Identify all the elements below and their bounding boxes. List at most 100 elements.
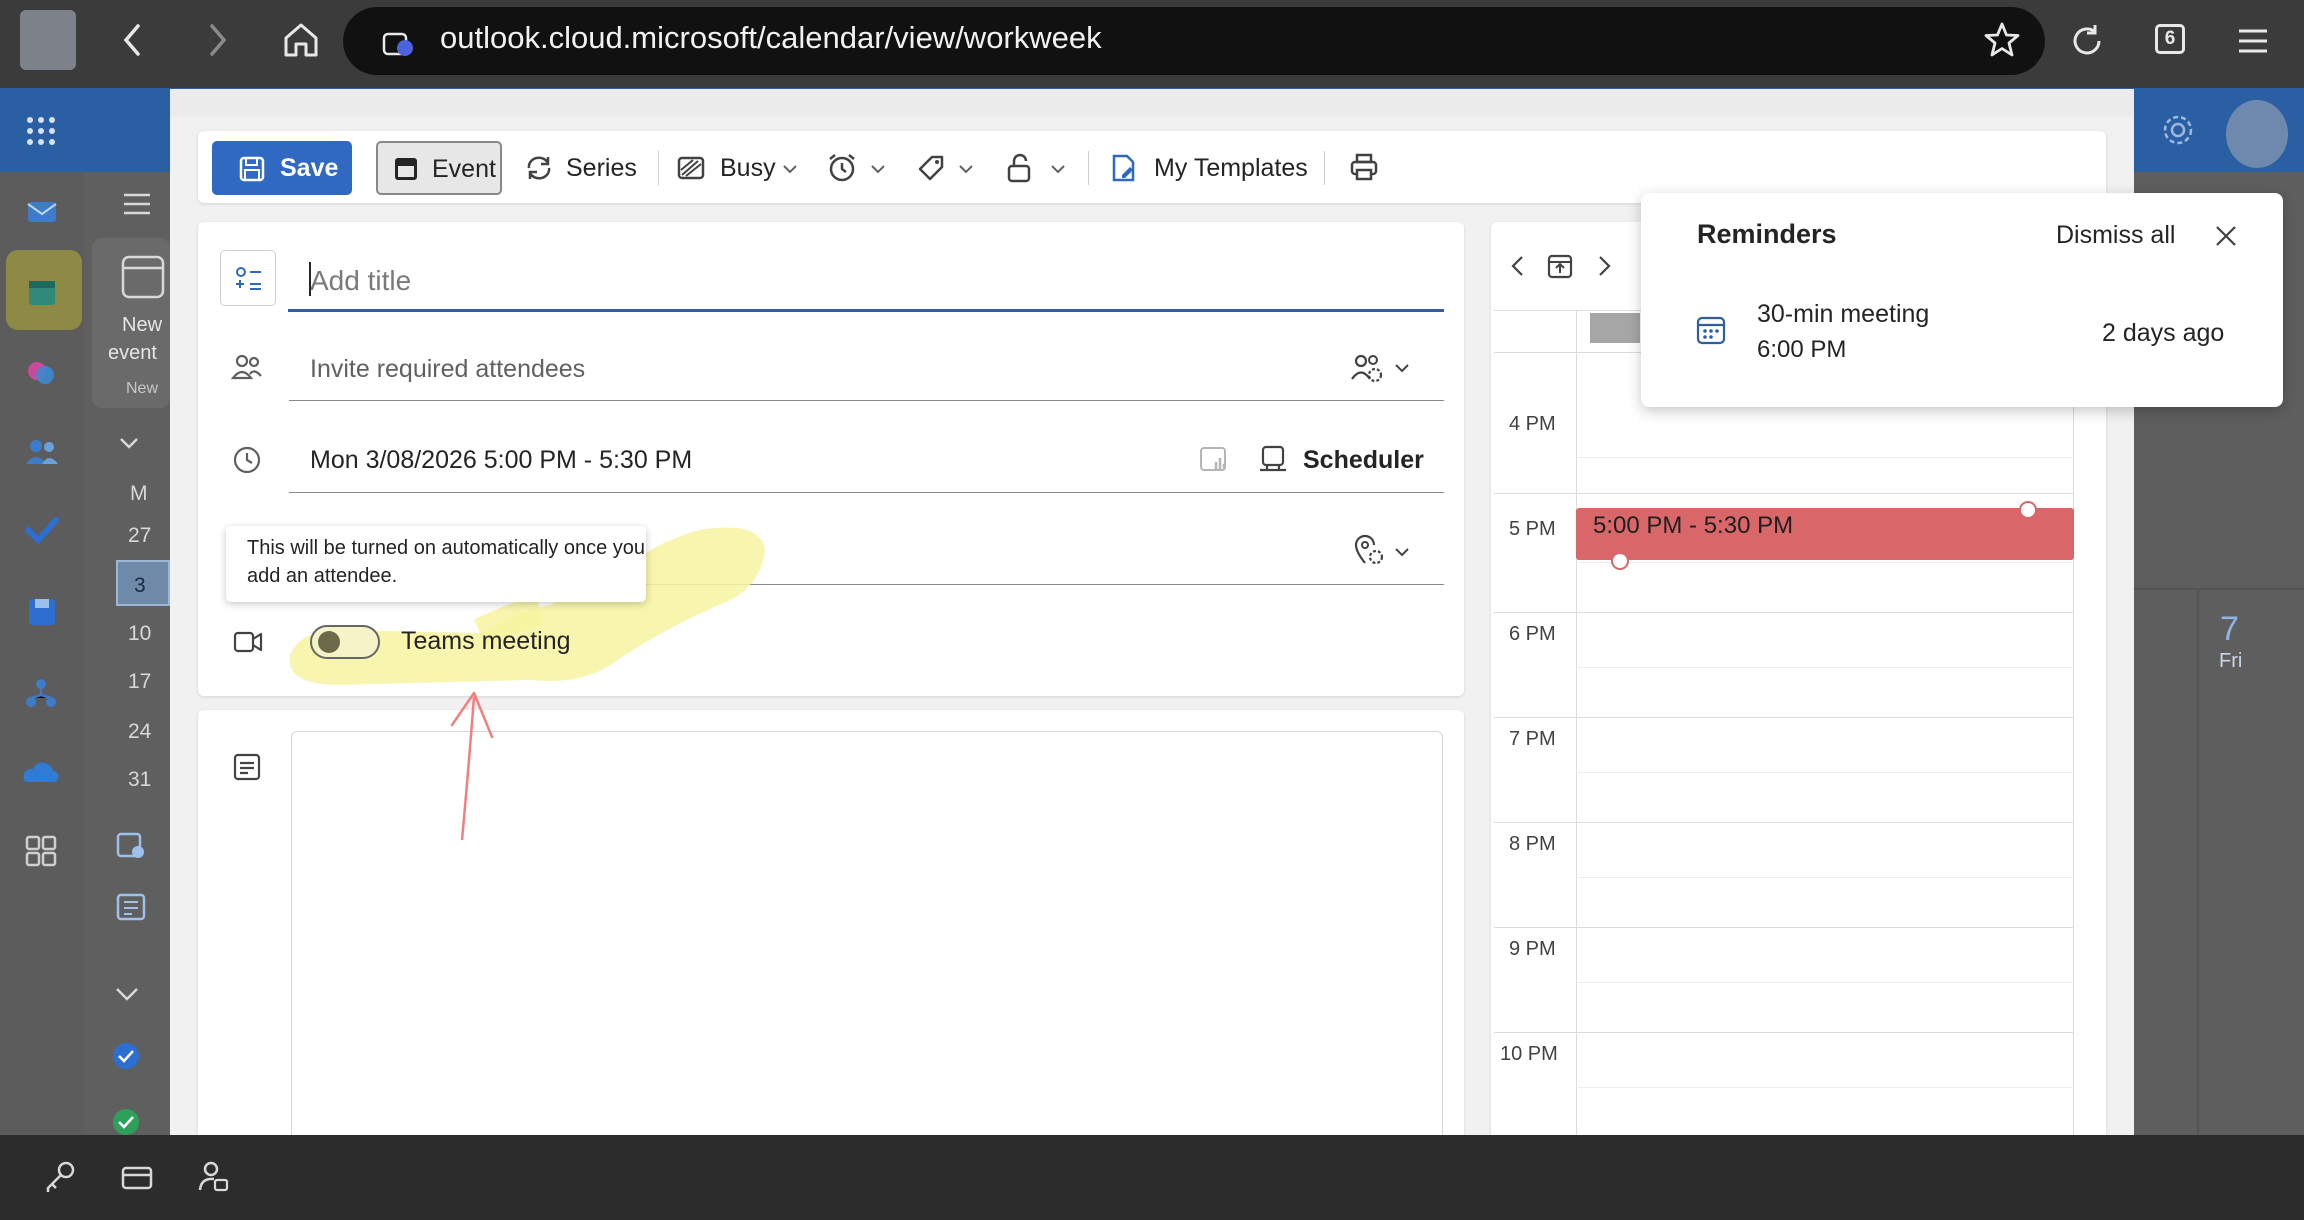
onedrive-icon[interactable] bbox=[22, 758, 60, 786]
home-icon[interactable] bbox=[281, 20, 321, 60]
half-hour-line bbox=[1578, 1087, 2074, 1088]
resize-handle-bottom[interactable] bbox=[1611, 552, 1629, 570]
people-icon[interactable] bbox=[24, 436, 60, 468]
account-settings-icon[interactable] bbox=[198, 1160, 230, 1194]
settings-icon[interactable] bbox=[2160, 112, 2196, 148]
todo-icon[interactable] bbox=[24, 514, 60, 546]
template-icon bbox=[1110, 153, 1138, 183]
nav-menu-icon[interactable] bbox=[122, 192, 152, 216]
calendar-check-icon[interactable] bbox=[112, 1042, 140, 1070]
attendee-options-button[interactable] bbox=[1350, 350, 1414, 386]
chevron-down-icon bbox=[1050, 164, 1066, 174]
scheduler-icon bbox=[1258, 444, 1288, 474]
templates-label: My Templates bbox=[1154, 154, 1308, 182]
url-text[interactable]: outlook.cloud.microsoft/calendar/view/wo… bbox=[440, 20, 1102, 56]
mini-cal-day[interactable]: 31 bbox=[128, 768, 151, 792]
tab-count-button[interactable]: 6 bbox=[2155, 24, 2185, 54]
add-calendar-icon[interactable] bbox=[116, 830, 146, 860]
today-icon[interactable] bbox=[1546, 252, 1574, 280]
more-apps-icon[interactable] bbox=[24, 834, 58, 868]
title-input[interactable] bbox=[288, 252, 1444, 312]
event-block-time: 5:00 PM - 5:30 PM bbox=[1593, 512, 1794, 539]
bottom-toolbar bbox=[0, 1135, 2304, 1220]
next-day-icon[interactable] bbox=[1594, 254, 1614, 278]
org-icon[interactable] bbox=[24, 676, 58, 710]
browser-menu-icon[interactable] bbox=[2237, 27, 2269, 55]
user-avatar[interactable] bbox=[2226, 100, 2288, 168]
reminder-dropdown[interactable] bbox=[826, 141, 888, 195]
new-event-label-2: event bbox=[108, 342, 157, 364]
reminders-title: Reminders bbox=[1697, 219, 1837, 249]
alarm-clock-icon bbox=[826, 153, 858, 183]
half-hour-line bbox=[1578, 772, 2074, 773]
lock-open-icon bbox=[1006, 153, 1034, 183]
new-event-icon bbox=[120, 254, 166, 300]
tag-icon bbox=[916, 153, 946, 183]
categorize-dropdown[interactable] bbox=[916, 141, 978, 195]
hour-label: 4 PM bbox=[1509, 413, 1556, 435]
site-info-icon[interactable] bbox=[380, 24, 416, 60]
hour-label: 10 PM bbox=[1500, 1043, 1558, 1065]
notes-icon bbox=[232, 752, 262, 782]
hour-label: 5 PM bbox=[1509, 518, 1556, 540]
scheduler-button[interactable]: Scheduler bbox=[1258, 440, 1424, 480]
profile-avatar[interactable] bbox=[20, 10, 76, 70]
bookmark-star-icon[interactable] bbox=[1983, 21, 2021, 59]
privacy-dropdown[interactable] bbox=[1006, 141, 1068, 195]
busy-label: Busy bbox=[720, 154, 776, 182]
series-button[interactable]: Series bbox=[524, 141, 642, 195]
hour-line bbox=[1494, 1032, 2074, 1033]
toolbar-separator bbox=[1324, 151, 1325, 185]
mini-cal-day[interactable]: 3 bbox=[134, 574, 146, 598]
mini-cal-day[interactable]: 10 bbox=[128, 622, 151, 646]
hour-line bbox=[1494, 493, 2074, 494]
collapse-chevron-icon[interactable] bbox=[118, 436, 140, 450]
reminder-item-ago: 2 days ago bbox=[2102, 319, 2225, 347]
mail-icon[interactable] bbox=[24, 192, 60, 228]
files-icon[interactable] bbox=[26, 596, 58, 628]
back-icon[interactable] bbox=[118, 22, 148, 58]
bookings-icon[interactable] bbox=[116, 892, 146, 922]
title-suggestions-button[interactable] bbox=[220, 250, 276, 306]
availability-icon[interactable] bbox=[1198, 444, 1230, 476]
app-launcher-icon[interactable] bbox=[26, 116, 56, 146]
print-icon[interactable] bbox=[1349, 152, 1379, 182]
reminder-item-title[interactable]: 30-min meeting bbox=[1757, 300, 1929, 329]
attendees-icon bbox=[231, 352, 263, 382]
dialog-drag-area[interactable] bbox=[170, 89, 2134, 117]
mini-cal-day[interactable]: 17 bbox=[128, 670, 151, 694]
card-icon[interactable] bbox=[120, 1164, 154, 1192]
grid-line bbox=[2197, 588, 2199, 1135]
toolbar-separator bbox=[1088, 151, 1089, 185]
hour-line bbox=[1494, 717, 2074, 718]
location-options-button[interactable] bbox=[1352, 533, 1416, 569]
dismiss-all-button[interactable]: Dismiss all bbox=[2056, 221, 2175, 250]
mini-cal-day[interactable]: 27 bbox=[128, 524, 151, 548]
resize-handle-top[interactable] bbox=[2019, 501, 2037, 519]
all-day-event-bar[interactable] bbox=[1590, 313, 1640, 343]
attendees-underline bbox=[289, 400, 1444, 401]
copilot-icon[interactable] bbox=[24, 356, 58, 390]
my-templates-button[interactable]: My Templates bbox=[1110, 141, 1308, 195]
hour-label: 8 PM bbox=[1509, 833, 1556, 855]
teams-meeting-label: Teams meeting bbox=[401, 627, 571, 655]
show-as-dropdown[interactable]: Busy bbox=[676, 141, 806, 195]
forward-icon[interactable] bbox=[202, 22, 232, 58]
reload-icon[interactable] bbox=[2068, 22, 2106, 60]
event-icon bbox=[392, 155, 420, 183]
key-icon[interactable] bbox=[44, 1160, 76, 1194]
datetime-field[interactable]: Mon 3/08/2026 5:00 PM - 5:30 PM bbox=[310, 446, 692, 475]
attendees-input[interactable]: Invite required attendees bbox=[310, 355, 585, 384]
mini-cal-day[interactable]: 24 bbox=[128, 720, 151, 744]
event-button[interactable]: Event bbox=[376, 141, 502, 195]
day-number: 7 bbox=[2220, 610, 2239, 648]
prev-day-icon[interactable] bbox=[1508, 254, 1528, 278]
close-icon[interactable] bbox=[2214, 224, 2238, 248]
chevron-down-icon bbox=[958, 164, 974, 174]
hour-label: 7 PM bbox=[1509, 728, 1556, 750]
new-event-label-1: New bbox=[122, 314, 163, 336]
save-button[interactable]: Save bbox=[212, 141, 352, 195]
expand-chevron-icon[interactable] bbox=[114, 986, 140, 1002]
calendar-check-icon[interactable] bbox=[112, 1108, 140, 1136]
reminder-item-time: 6:00 PM bbox=[1757, 336, 1847, 363]
